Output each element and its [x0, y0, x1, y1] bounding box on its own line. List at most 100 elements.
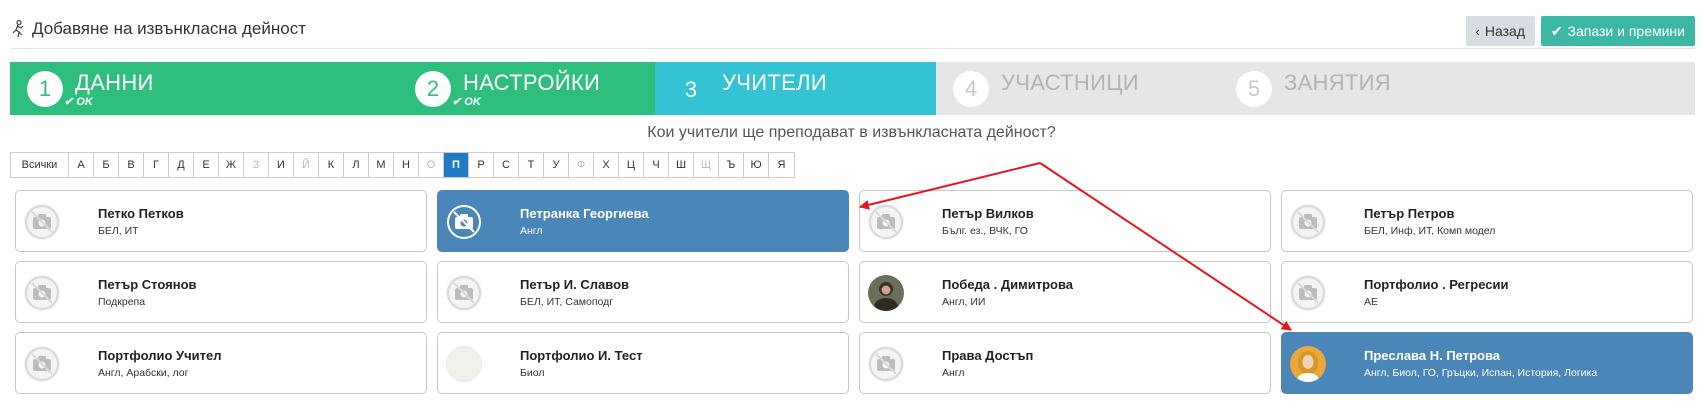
teacher-card[interactable]: Петър Вилков Бълг. ез., ВЧК, ГО — [859, 190, 1271, 252]
teacher-name: Петър Стоянов — [98, 277, 197, 292]
camera-off-icon — [1291, 276, 1325, 310]
chevron-left-icon: ‹ — [1475, 23, 1480, 39]
teacher-card[interactable]: Петър И. Славов БЕЛ, ИТ, Самоподг — [437, 261, 849, 323]
filter-letter-button[interactable]: К — [319, 153, 344, 177]
teacher-subjects: Англ, Арабски, лог — [98, 367, 189, 379]
step-number: 1 — [27, 71, 63, 107]
filter-letter-button[interactable]: В — [119, 153, 144, 177]
step-settings[interactable]: 2 НАСТРОЙКИ ✔ OK — [398, 62, 655, 115]
filter-letter-button[interactable]: С — [494, 153, 519, 177]
step-label: УЧИТЕЛИ — [722, 70, 827, 95]
filter-letter-button[interactable]: Ш — [669, 153, 694, 177]
page-title: Добавяне на извънкласна дейност — [10, 19, 306, 39]
filter-letter-button[interactable]: Г — [144, 153, 169, 177]
step-participants[interactable]: 4 УЧАСТНИЦИ — [936, 62, 1219, 115]
step-ok-status: ✔ OK — [64, 96, 93, 108]
filter-letter-button[interactable]: Е — [194, 153, 219, 177]
wizard-steps: 1 ДАННИ ✔ OK 2 НАСТРОЙКИ ✔ OK 3 УЧИТЕЛИ … — [10, 62, 1695, 115]
step-number: 4 — [953, 71, 989, 107]
teacher-subjects: Англ, Биол, ГО, Гръцки, Испан, История, … — [1364, 367, 1598, 379]
teacher-subjects: Бълг. ез., ВЧК, ГО — [942, 225, 1028, 237]
filter-letter-button[interactable]: И — [269, 153, 294, 177]
teacher-card[interactable]: Портфолио . Регресии АЕ — [1281, 261, 1693, 323]
filter-letter-button[interactable]: Й — [294, 153, 319, 177]
camera-off-icon — [25, 205, 59, 239]
teacher-name: Портфолио Учител — [98, 348, 222, 363]
avatar — [446, 204, 482, 240]
save-button-label: Запази и премини — [1567, 23, 1685, 39]
avatar — [1290, 204, 1326, 240]
alphabet-filter: Всички АБВГДЕЖЗИЙКЛМНОПРСТУФХЦЧШЩЪЮЯ — [10, 152, 795, 178]
camera-off-icon — [869, 205, 903, 239]
step-label: ДАННИ — [75, 70, 154, 95]
teacher-card[interactable]: Права Достъп Англ — [859, 332, 1271, 394]
filter-letter-button[interactable]: Ц — [619, 153, 644, 177]
teacher-card[interactable]: Портфолио И. Тест Биол — [437, 332, 849, 394]
back-button[interactable]: ‹ Назад — [1465, 16, 1535, 46]
step-data[interactable]: 1 ДАННИ ✔ OK — [10, 62, 398, 115]
filter-letter-button[interactable]: Ж — [219, 153, 244, 177]
camera-off-icon — [869, 347, 903, 381]
filter-letter-button[interactable]: О — [419, 153, 444, 177]
teacher-subjects: БЕЛ, ИТ, Самоподг — [520, 296, 614, 308]
filter-letter-button[interactable]: Щ — [694, 153, 719, 177]
teacher-name: Петко Петков — [98, 206, 184, 221]
teacher-card[interactable]: Победа . Димитрова Англ, ИИ — [859, 261, 1271, 323]
filter-letter-button[interactable]: П — [444, 153, 469, 177]
step-number: 2 — [415, 71, 451, 107]
teacher-subjects: БЕЛ, ИТ — [98, 225, 139, 237]
filter-letter-button[interactable]: З — [244, 153, 269, 177]
teacher-subjects: Подкрепа — [98, 296, 146, 308]
teacher-card[interactable]: Петър Стоянов Подкрепа — [15, 261, 427, 323]
teacher-name: Победа . Димитрова — [942, 277, 1074, 292]
teacher-name: Портфолио . Регресии — [1364, 277, 1509, 292]
filter-letter-button[interactable]: У — [544, 153, 569, 177]
check-icon: ✔ — [1550, 22, 1563, 39]
filter-letter-button[interactable]: Б — [94, 153, 119, 177]
step-label: НАСТРОЙКИ — [463, 70, 601, 95]
teacher-subjects: Англ — [942, 367, 965, 379]
avatar — [24, 275, 60, 311]
avatar — [868, 204, 904, 240]
avatar — [868, 275, 904, 311]
camera-off-icon — [1291, 205, 1325, 239]
filter-letter-button[interactable]: М — [369, 153, 394, 177]
teacher-name: Преслава Н. Петрова — [1364, 348, 1501, 363]
page-title-text: Добавяне на извънкласна дейност — [32, 19, 306, 38]
step-label: ЗАНЯТИЯ — [1284, 70, 1391, 95]
teacher-name: Петранка Георгиева — [520, 206, 649, 221]
filter-letter-button[interactable]: Н — [394, 153, 419, 177]
filter-letter-button[interactable]: А — [69, 153, 94, 177]
camera-off-icon — [25, 276, 59, 310]
avatar — [24, 204, 60, 240]
teacher-card[interactable]: Петър Петров БЕЛ, Инф, ИТ, Комп модел — [1281, 190, 1693, 252]
step-sessions[interactable]: 5 ЗАНЯТИЯ — [1219, 62, 1695, 115]
filter-letter-button[interactable]: Ъ — [719, 153, 744, 177]
filter-letter-button[interactable]: Л — [344, 153, 369, 177]
filter-letter-button[interactable]: Т — [519, 153, 544, 177]
step-teachers[interactable]: 3 УЧИТЕЛИ — [655, 62, 936, 115]
teacher-photo — [1290, 346, 1326, 382]
filter-letter-button[interactable]: Р — [469, 153, 494, 177]
step-ok-status: ✔ OK — [452, 96, 481, 108]
teachers-question: Кои учители ще преподават в извънкласнат… — [647, 124, 1056, 141]
teacher-card[interactable]: Петранка Георгиева Англ — [437, 190, 849, 252]
filter-letter-button[interactable]: Я — [769, 153, 794, 177]
teacher-subjects: Англ, ИИ — [942, 296, 986, 308]
filter-letter-button[interactable]: Х — [594, 153, 619, 177]
filter-all-button[interactable]: Всички — [11, 153, 69, 177]
teacher-name: Права Достъп — [942, 348, 1034, 363]
camera-off-icon — [25, 347, 59, 381]
save-and-continue-button[interactable]: ✔ Запази и премини — [1540, 16, 1695, 46]
back-button-label: Назад — [1484, 23, 1525, 39]
teacher-card[interactable]: Петко Петков БЕЛ, ИТ — [15, 190, 427, 252]
avatar — [24, 346, 60, 382]
teacher-subjects: БЕЛ, Инф, ИТ, Комп модел — [1364, 225, 1496, 237]
filter-letter-button[interactable]: Ф — [569, 153, 594, 177]
filter-letter-button[interactable]: Ю — [744, 153, 769, 177]
teacher-card[interactable]: Портфолио Учител Англ, Арабски, лог — [15, 332, 427, 394]
teacher-subjects: Англ — [520, 225, 543, 237]
filter-letter-button[interactable]: Д — [169, 153, 194, 177]
teacher-card[interactable]: Преслава Н. Петрова Англ, Биол, ГО, Гръцк… — [1281, 332, 1693, 394]
filter-letter-button[interactable]: Ч — [644, 153, 669, 177]
